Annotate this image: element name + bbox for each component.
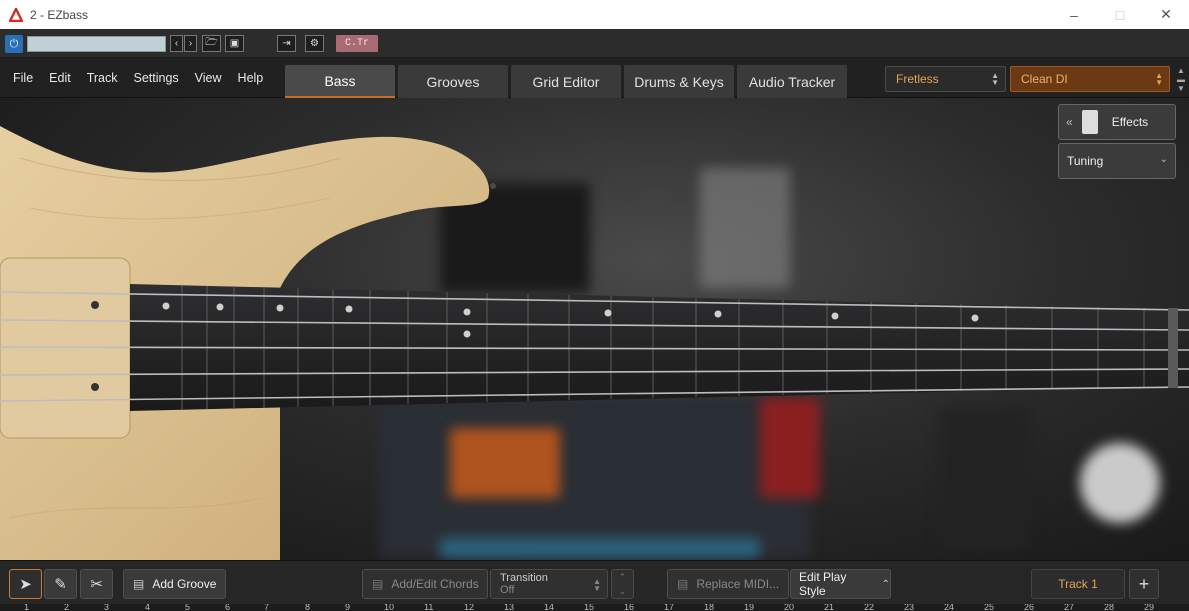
amp-preset-select[interactable]: Clean DI ▲ ▼: [1010, 66, 1170, 92]
effects-label: Effects: [1111, 115, 1149, 129]
fretboard: [0, 183, 1189, 411]
tab-grid-editor[interactable]: Grid Editor: [511, 65, 621, 98]
tab-bass[interactable]: Bass: [285, 65, 395, 98]
transition-select[interactable]: Transition Off ▲ ▼: [490, 569, 608, 599]
pencil-tool-icon[interactable]: ✎: [44, 569, 77, 599]
bass-stage: « Effects Tuning ⌄: [0, 98, 1189, 560]
ruler-number: 13: [504, 604, 515, 611]
menu-edit[interactable]: Edit: [49, 71, 71, 85]
bottom-toolbar: ➤ ✎ ✂ ▤ Add Groove ▤ Add/Edit Chords Tra…: [0, 560, 1189, 604]
ruler-number: 24: [944, 604, 955, 611]
add-edit-chords-button[interactable]: ▤ Add/Edit Chords: [362, 569, 488, 599]
maximize-button[interactable]: □: [1097, 0, 1143, 29]
timeline-ruler[interactable]: 1 2 3 4 5 6 7 8 9 10 11 12 13 14 15 16 1…: [0, 604, 1189, 611]
close-button[interactable]: ✕: [1143, 0, 1189, 29]
transition-value: Off: [500, 584, 515, 596]
replace-midi-button[interactable]: ▤ Replace MIDI...: [667, 569, 789, 599]
ruler-number: 8: [305, 604, 311, 611]
ruler-number: 20: [784, 604, 795, 611]
effects-button[interactable]: « Effects: [1058, 104, 1176, 140]
tab-grooves[interactable]: Grooves: [398, 65, 508, 98]
select-arrows-icon: ▲ ▼: [991, 71, 999, 87]
ruler-number: 9: [345, 604, 351, 611]
ruler-number: 14: [544, 604, 555, 611]
menu-view[interactable]: View: [195, 71, 222, 85]
save-icon[interactable]: ▣: [225, 35, 244, 52]
ruler-number: 6: [225, 604, 231, 611]
ruler-number: 19: [744, 604, 755, 611]
minimize-button[interactable]: –: [1051, 0, 1097, 29]
ruler-number: 1: [24, 604, 30, 611]
chords-icon: ▤: [372, 577, 384, 591]
ruler-number: 25: [984, 604, 995, 611]
replace-midi-label: Replace MIDI...: [696, 577, 780, 591]
ruler-number: 5: [185, 604, 191, 611]
track-selector[interactable]: Track 1: [1031, 569, 1125, 599]
ruler-number: 7: [264, 604, 270, 611]
add-groove-button[interactable]: ▤ Add Groove: [123, 569, 226, 599]
ruler-number: 21: [824, 604, 835, 611]
add-track-icon[interactable]: +: [1129, 569, 1159, 599]
amp-preset-value: Clean DI: [1021, 72, 1068, 86]
ctr-button[interactable]: C.Tr: [336, 35, 378, 52]
menu-track[interactable]: Track: [87, 71, 118, 85]
bass-model-select[interactable]: Fretless ▲ ▼: [885, 66, 1006, 92]
ruler-number: 16: [624, 604, 635, 611]
ruler-number: 15: [584, 604, 595, 611]
menu-settings[interactable]: Settings: [134, 71, 179, 85]
collapse-chevrons-icon: «: [1066, 115, 1073, 129]
prev-preset-icon[interactable]: ‹: [170, 35, 183, 52]
app-logo-icon: [9, 7, 23, 22]
tab-drums-keys[interactable]: Drums & Keys: [624, 65, 734, 98]
window-title: 2 - EZbass: [30, 7, 89, 22]
ruler-number: 3: [104, 604, 110, 611]
ruler-number: 23: [904, 604, 915, 611]
settings-gear-icon[interactable]: ⚙: [305, 35, 324, 52]
select-tool-icon[interactable]: ➤: [9, 569, 42, 599]
ruler-number: 10: [384, 604, 395, 611]
add-edit-chords-label: Add/Edit Chords: [391, 577, 479, 591]
main-menu: File Edit Track Settings View Help: [0, 58, 279, 98]
preset-field[interactable]: [27, 36, 166, 52]
power-icon[interactable]: ⏻: [5, 35, 23, 53]
select-arrows-icon: ▲ ▼: [593, 577, 601, 593]
chevron-down-icon: ⌄: [1159, 154, 1168, 165]
ruler-number: 11: [424, 604, 434, 611]
next-preset-icon[interactable]: ›: [184, 35, 197, 52]
main-tabs: Bass Grooves Grid Editor Drums & Keys Au…: [285, 65, 850, 98]
transition-label: Transition: [500, 572, 548, 584]
ruler-number: 18: [704, 604, 715, 611]
ruler-number: 26: [1024, 604, 1035, 611]
open-folder-icon[interactable]: 🗁: [202, 35, 221, 52]
ruler-number: 4: [145, 604, 151, 611]
tuning-select[interactable]: Tuning ⌄: [1058, 143, 1176, 179]
ruler-number: 22: [864, 604, 875, 611]
bass-model-value: Fretless: [896, 72, 939, 86]
ruler-number: 27: [1064, 604, 1075, 611]
ruler-number: 12: [464, 604, 475, 611]
menu-file[interactable]: File: [13, 71, 33, 85]
host-toolbar: ⏻ ‹ › 🗁 ▣ ⇥ ⚙ C.Tr: [0, 29, 1189, 58]
scissors-tool-icon[interactable]: ✂: [80, 569, 113, 599]
menu-help[interactable]: Help: [238, 71, 264, 85]
edit-play-style-button[interactable]: Edit Play Style ⌃: [790, 569, 891, 599]
add-groove-icon: ▤: [133, 577, 145, 591]
ruler-number: 28: [1104, 604, 1115, 611]
selector-scroll[interactable]: ▲ ▬ ▼: [1175, 66, 1187, 93]
window-titlebar: 2 - EZbass – □ ✕: [0, 0, 1189, 29]
transition-stepper[interactable]: ⌃ ⌄: [611, 569, 634, 599]
ruler-number: 17: [664, 604, 675, 611]
chevron-up-icon: ⌃: [881, 578, 890, 590]
pedal-icon: [1081, 110, 1098, 134]
tuning-label: Tuning: [1067, 154, 1104, 168]
ruler-number: 29: [1144, 604, 1155, 611]
ruler-number: 2: [64, 604, 70, 611]
edit-play-style-label: Edit Play Style: [799, 570, 847, 598]
add-groove-label: Add Groove: [152, 577, 217, 591]
midi-icon: ▤: [677, 577, 689, 591]
routing-icon[interactable]: ⇥: [277, 35, 296, 52]
tab-audio-tracker[interactable]: Audio Tracker: [737, 65, 847, 98]
select-arrows-icon: ▲ ▼: [1155, 71, 1163, 87]
